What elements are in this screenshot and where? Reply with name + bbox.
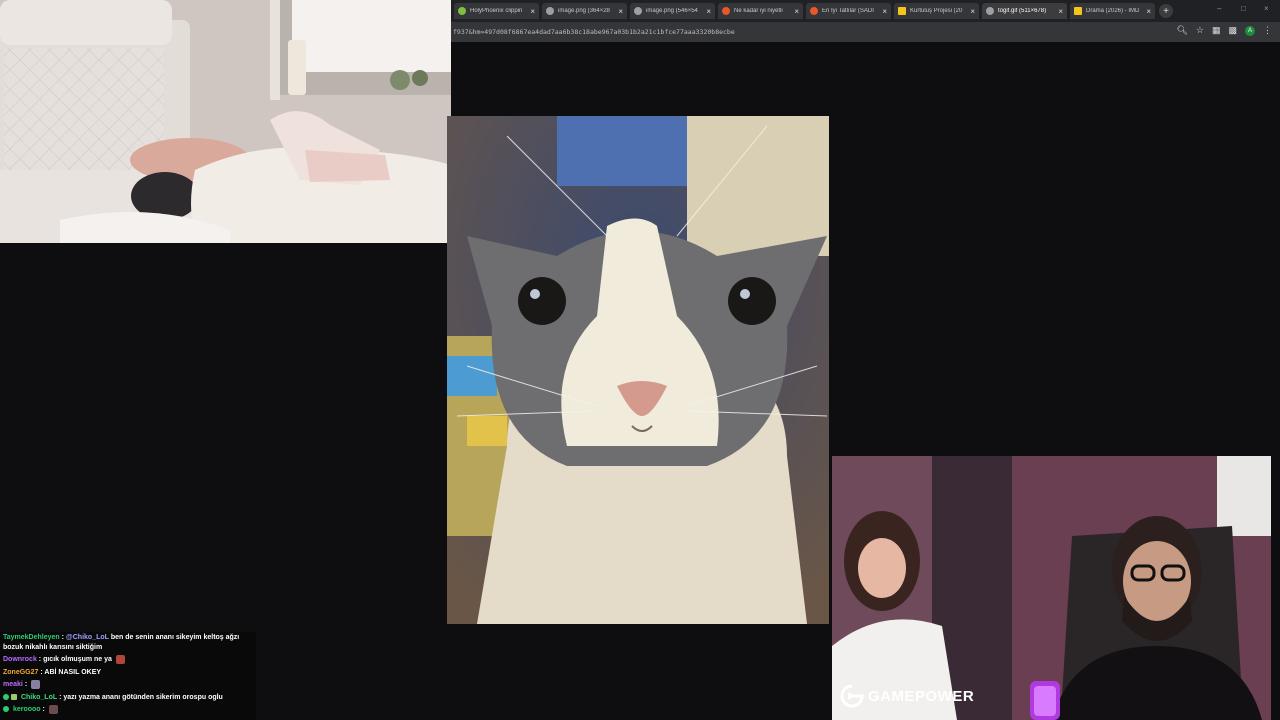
tab-image-png-1[interactable]: image.png (364×28 × <box>542 3 627 19</box>
webcam-streamers-feed: GAMEPOWER <box>832 456 1271 720</box>
tab-favicon-icon <box>810 7 818 15</box>
tab-favicon-icon <box>1074 7 1082 15</box>
tab-kurtulus-projesi[interactable]: Kurtuluş Projesi (20 × <box>894 3 979 19</box>
chat-badge-icon <box>3 693 9 700</box>
chat-username: TaymekDehleyen <box>3 634 60 641</box>
tab-image-png-2[interactable]: image.png (546×54 × <box>630 3 715 19</box>
tab-en-iyi-tatlilar[interactable]: En İyi Tatlılar (SADI × <box>806 3 891 19</box>
close-window-icon[interactable]: × <box>1264 4 1269 13</box>
bedroom-scene-illustration <box>0 0 451 243</box>
chat-message: Chiko_LoL : yazı yazma ananı götünden si… <box>0 692 256 705</box>
chat-emote-icon <box>115 654 125 664</box>
tab-close-icon[interactable]: × <box>970 7 975 16</box>
url-text[interactable]: f937&hm=497d08f6867ea4dad7aa6b38c18abe96… <box>453 28 735 36</box>
browser-tab-strip: HolyPhoenix clippin × image.png (364×28 … <box>451 0 1280 22</box>
tab-close-icon[interactable]: × <box>794 7 799 16</box>
chat-username: Chiko_LoL <box>20 693 58 701</box>
tab-close-icon[interactable]: × <box>1058 7 1063 16</box>
watermark-part-game: GAME <box>868 687 915 705</box>
chat-message: meaki : <box>0 679 256 692</box>
cast-icon[interactable]: ▩ <box>1228 25 1237 36</box>
extensions-icon[interactable]: ▦ <box>1212 25 1221 36</box>
tab-label: image.png (364×28 <box>558 8 610 14</box>
chat-mention: @Chiko_LoL <box>65 634 109 641</box>
streamers-scene-illustration <box>832 456 1271 720</box>
menu-icon[interactable]: ⋮ <box>1263 25 1272 36</box>
webcam-bedroom-feed <box>0 0 451 243</box>
chat-message: Downrock : gıcık olmuşum ne ya <box>0 654 256 667</box>
chat-emote-icon <box>48 704 58 714</box>
cat-gif-image <box>447 116 829 624</box>
chat-username: keroooo <box>12 706 41 713</box>
tab-close-icon[interactable]: × <box>530 7 535 16</box>
chat-badge-icon <box>3 706 9 713</box>
maximize-icon[interactable]: □ <box>1241 4 1246 13</box>
chat-message: TaymekDehleyen : @Chiko_LoL ben de senin… <box>3 634 240 651</box>
tab-label: Ne kadar iyi niyetli <box>734 8 783 14</box>
tab-label: Kurtuluş Projesi (20 <box>910 8 963 14</box>
tab-favicon-icon <box>458 7 466 15</box>
tab-label: HolyPhoenix clippin <box>470 8 523 14</box>
tab-holyphoenix[interactable]: HolyPhoenix clippin × <box>454 3 539 19</box>
tab-favicon-icon <box>634 7 642 15</box>
gamepower-watermark: GAMEPOWER <box>840 684 974 708</box>
tab-drama-imdb[interactable]: Drama (2026) - IMD × <box>1070 3 1155 19</box>
chat-message: keroooo : <box>0 704 256 717</box>
address-bar[interactable]: f937&hm=497d08f6867ea4dad7aa6b38c18abe96… <box>451 22 1280 42</box>
tab-label: En İyi Tatlılar (SADI <box>822 8 874 14</box>
chat-username: ZoneGG27 <box>3 668 39 676</box>
cat-illustration <box>447 116 829 624</box>
tab-label: Drama (2026) - IMD <box>1086 8 1140 14</box>
tab-label: togif.gif (511×678) <box>998 8 1047 14</box>
star-icon[interactable]: ☆ <box>1196 25 1204 36</box>
tab-ne-kadar[interactable]: Ne kadar iyi niyetli × <box>718 3 803 19</box>
chat-text: gıcık olmuşum ne ya <box>43 656 112 663</box>
tab-togif-active[interactable]: togif.gif (511×678) × <box>982 3 1067 19</box>
tab-close-icon[interactable]: × <box>618 7 623 16</box>
chat-text: ABİ NASIL OKEY <box>44 668 102 676</box>
chat-message: ZoneGG27 : ABİ NASIL OKEY <box>3 668 102 676</box>
tab-close-icon[interactable]: × <box>706 7 711 16</box>
gamepower-logo-icon <box>840 684 864 708</box>
chat-username: meaki <box>3 681 23 688</box>
new-tab-button[interactable]: + <box>1159 4 1173 18</box>
tab-close-icon[interactable]: × <box>1146 7 1151 16</box>
tab-favicon-icon <box>898 7 906 15</box>
chat-username: Downrock <box>3 656 37 663</box>
chat-badge-icon <box>11 693 17 700</box>
tab-close-icon[interactable]: × <box>882 7 887 16</box>
tab-favicon-icon <box>546 7 554 15</box>
chat-emote-icon <box>31 679 41 689</box>
tab-favicon-icon <box>722 7 730 15</box>
tab-label: image.png (546×54 <box>646 8 698 14</box>
watermark-part-power: POWER <box>915 687 975 705</box>
minimize-icon[interactable]: – <box>1217 4 1221 13</box>
zoom-icon[interactable]: 🔍︎ <box>1176 25 1187 36</box>
chat-overlay: TaymekDehleyen : @Chiko_LoL ben de senin… <box>0 632 256 720</box>
profile-avatar[interactable]: A <box>1245 25 1255 36</box>
chat-text: yazı yazma ananı götünden sikerim orospu… <box>63 693 223 701</box>
tab-favicon-icon <box>986 7 994 15</box>
